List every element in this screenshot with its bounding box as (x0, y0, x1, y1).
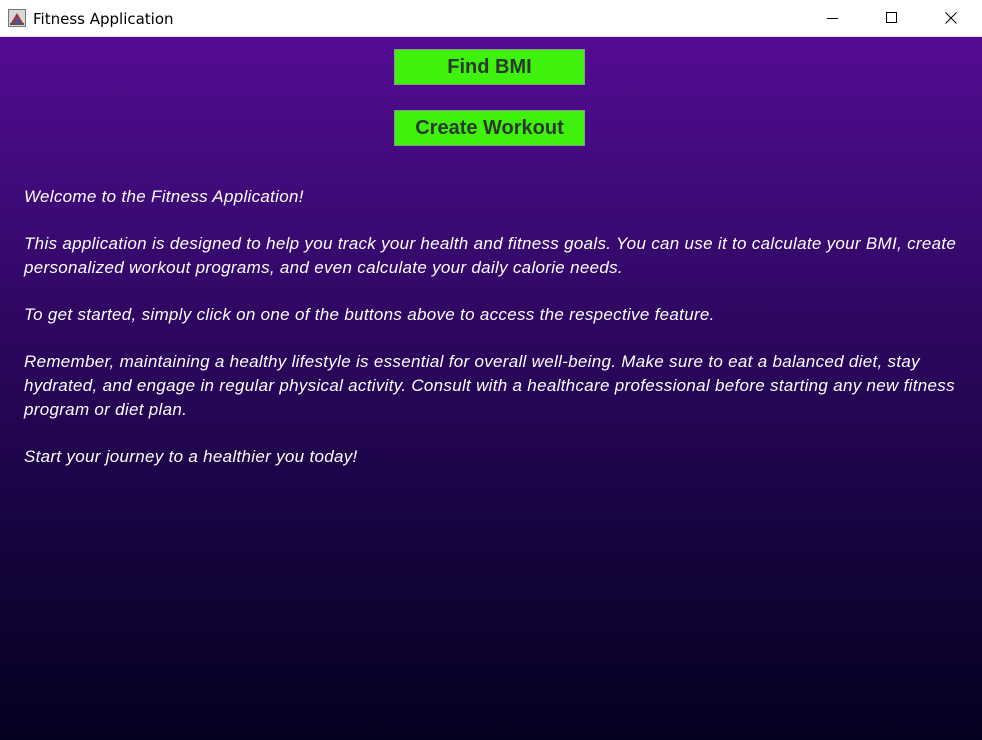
welcome-description: This application is designed to help you… (24, 234, 957, 277)
welcome-advice: Remember, maintaining a healthy lifestyl… (24, 352, 955, 419)
welcome-instructions: To get started, simply click on one of t… (24, 305, 715, 324)
main-panel: Find BMI Create Workout Welcome to the F… (0, 37, 982, 740)
maximize-icon[interactable] (863, 0, 921, 36)
minimize-icon[interactable] (804, 0, 862, 36)
welcome-heading: Welcome to the Fitness Application! (24, 187, 304, 206)
welcome-text: Welcome to the Fitness Application! This… (24, 185, 964, 492)
java-app-icon (8, 9, 26, 27)
close-icon[interactable] (922, 0, 980, 36)
welcome-closing: Start your journey to a healthier you to… (24, 447, 358, 466)
find-bmi-button[interactable]: Find BMI (394, 49, 585, 85)
title-bar[interactable]: Fitness Application (0, 0, 982, 37)
create-workout-button[interactable]: Create Workout (394, 110, 585, 146)
window-title: Fitness Application (33, 10, 174, 28)
app-window: Fitness Application Find BMI Create Work… (0, 0, 982, 740)
